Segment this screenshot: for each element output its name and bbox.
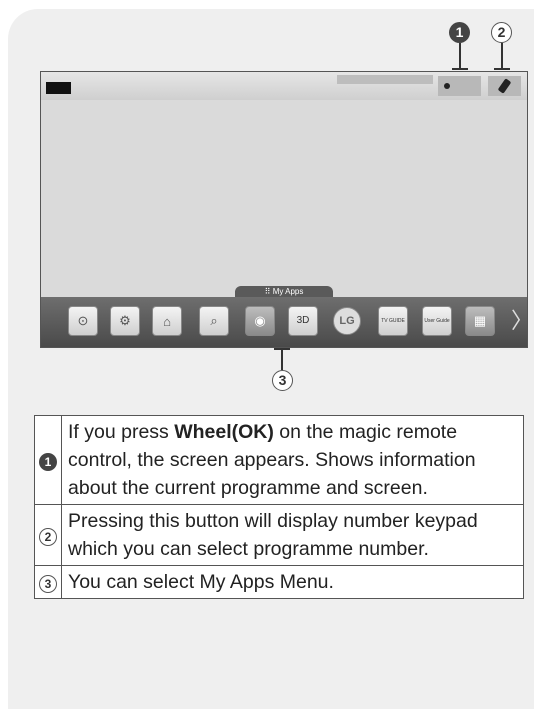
info-icon <box>444 83 450 89</box>
tv-guide-icon[interactable]: TV GUIDE <box>378 306 408 336</box>
callout-3-tick <box>274 348 290 350</box>
grid-icon: ⠿ <box>264 287 273 296</box>
row-1-text: If you press Wheel(OK) on the magic remo… <box>61 415 524 505</box>
row-3-number: 3 <box>39 575 57 593</box>
legend-row-2: 2 Pressing this button will display numb… <box>34 504 524 566</box>
callout-2-tick <box>494 68 510 70</box>
input-icon[interactable]: ⊙ <box>68 306 98 336</box>
callout-2-leader <box>501 43 503 70</box>
row-2-number: 2 <box>39 528 57 546</box>
callout-1-tick <box>452 68 468 70</box>
callout-3: 3 <box>272 370 293 391</box>
user-guide-icon[interactable]: User Guide <box>422 306 452 336</box>
3d-icon[interactable]: 3D <box>288 306 318 336</box>
remote-icon <box>497 78 512 94</box>
legend-row-3: 3 You can select My Apps Menu. <box>34 565 524 599</box>
tv-screen: ⠿ My Apps ⊙ ⚙ ⌂ ⌕ ◉ 3D LG TV GUIDE User … <box>40 71 528 348</box>
wheel-ok-keyword: Wheel(OK) <box>174 421 274 443</box>
my-apps-label: My Apps <box>272 287 304 296</box>
row-2-text: Pressing this button will display number… <box>61 504 524 566</box>
legend-row-1: 1 If you press Wheel(OK) on the magic re… <box>34 415 524 505</box>
internet-icon[interactable]: ◉ <box>245 306 275 336</box>
callout-3-leader <box>281 350 283 370</box>
callout-2: 2 <box>491 22 512 43</box>
lg-icon[interactable]: LG <box>333 307 361 335</box>
search-icon[interactable]: ⌕ <box>199 306 229 336</box>
legend-table: 1 If you press Wheel(OK) on the magic re… <box>34 415 524 599</box>
channel-indicator <box>46 82 71 94</box>
chevron-right-icon[interactable]: 〉 <box>511 309 527 333</box>
settings-icon[interactable]: ⚙ <box>110 306 140 336</box>
info-bar <box>41 72 527 100</box>
programme-info-bar <box>337 75 433 84</box>
keypad-button[interactable] <box>488 76 521 96</box>
callout-1-leader <box>459 43 461 70</box>
app-dock: ⊙ ⚙ ⌂ ⌕ ◉ 3D LG TV GUIDE User Guide ▦ 〉 <box>41 297 527 347</box>
home-icon[interactable]: ⌂ <box>152 306 182 336</box>
callout-1: 1 <box>449 22 470 43</box>
row-1-number: 1 <box>39 453 57 471</box>
photo-icon[interactable]: ▦ <box>465 306 495 336</box>
row-3-text: You can select My Apps Menu. <box>61 565 524 599</box>
info-button[interactable] <box>438 76 481 96</box>
